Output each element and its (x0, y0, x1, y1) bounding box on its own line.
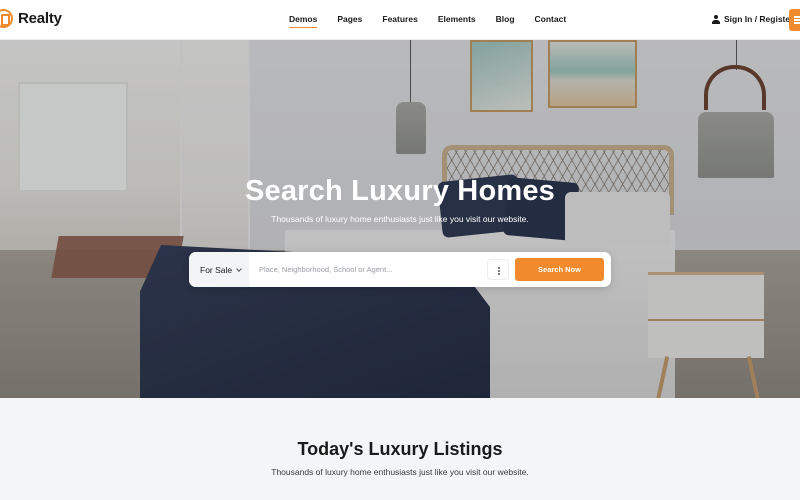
menu-button[interactable] (789, 9, 800, 31)
listing-type-value: For Sale (200, 264, 233, 275)
listings-subtitle: Thousands of luxury home enthusiasts jus… (271, 467, 529, 477)
chevron-down-icon (236, 265, 242, 272)
logo[interactable]: Realty (0, 9, 62, 28)
logo-icon (0, 9, 13, 28)
sign-in-register-link[interactable]: Sign In / Register (711, 14, 793, 24)
nav-item-blog[interactable]: Blog (496, 14, 515, 28)
listing-type-dropdown[interactable]: For Sale (189, 252, 249, 287)
listings-section: Today's Luxury Listings Thousands of lux… (0, 398, 800, 500)
nav-item-contact[interactable]: Contact (535, 14, 567, 28)
location-search-input[interactable] (249, 252, 479, 287)
nav-item-features[interactable]: Features (382, 14, 417, 28)
property-search-form: For Sale Search Now (189, 252, 611, 287)
nav-item-demos[interactable]: Demos (289, 14, 318, 28)
hero-subtitle: Thousands of luxury home enthusiasts jus… (271, 214, 529, 224)
brand-name: Realty (18, 10, 62, 27)
site-header: Realty Demos Pages Features Elements Blo… (0, 0, 800, 40)
search-now-button[interactable]: Search Now (515, 258, 604, 281)
hamburger-icon-line (794, 22, 800, 24)
hero-title: Search Luxury Homes (244, 175, 556, 207)
hamburger-icon-line (794, 19, 800, 21)
nav-item-pages[interactable]: Pages (337, 14, 362, 28)
sign-in-label: Sign In / Register (724, 14, 794, 24)
listings-title: Today's Luxury Listings (297, 439, 503, 459)
user-icon (711, 14, 720, 24)
nav-item-elements[interactable]: Elements (438, 14, 476, 28)
hero-section: Search Luxury Homes Thousands of luxury … (0, 40, 800, 398)
main-nav: Demos Pages Features Elements Blog Conta… (289, 14, 586, 28)
hamburger-icon (794, 16, 800, 18)
more-filters-button[interactable] (487, 259, 509, 280)
